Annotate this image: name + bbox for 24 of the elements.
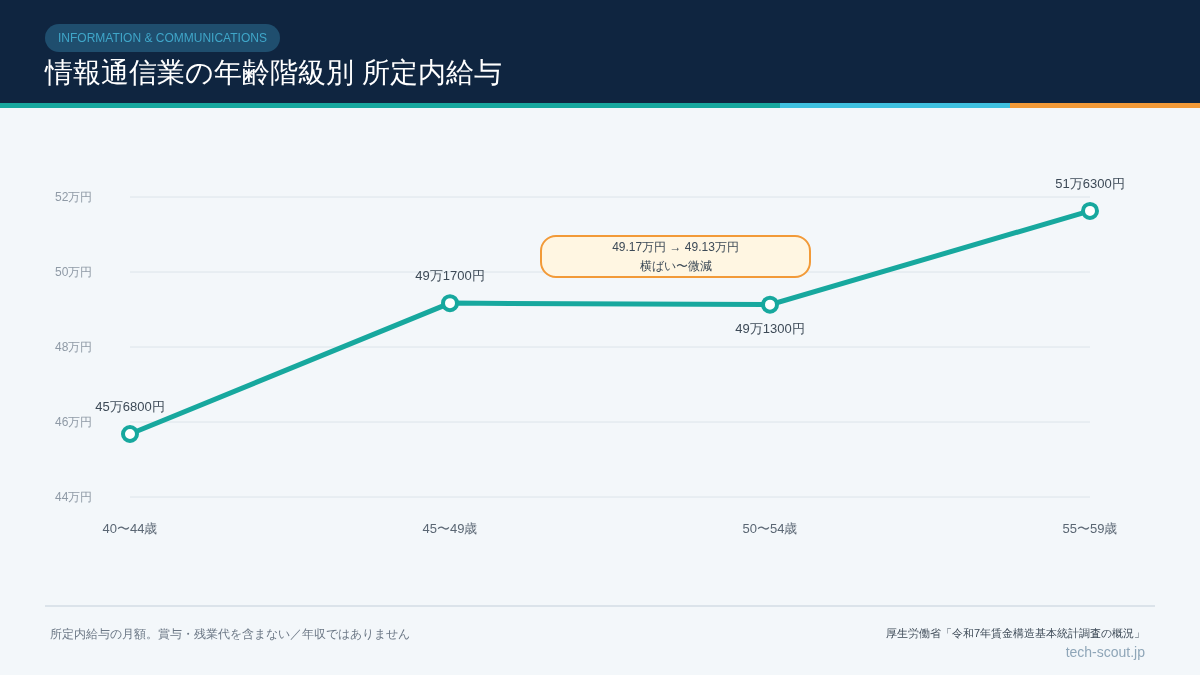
x-axis-label: 45〜49歳 <box>422 521 478 536</box>
footnote-text: 所定内給与の月額。賞与・残業代を含まない／年収ではありません <box>50 626 410 643</box>
source-text: 厚生労働省「令和7年賃金構造基本統計調査の概況」 <box>885 626 1145 641</box>
site-url: tech-scout.jp <box>1065 642 1145 662</box>
page-title: 情報通信業の年齢階級別 所定内給与 <box>45 56 503 90</box>
data-point <box>441 294 459 313</box>
y-axis-label: 52万円 <box>55 190 93 204</box>
x-axis-label: 40〜44歳 <box>102 521 158 536</box>
y-axis-label: 46万円 <box>55 415 93 429</box>
value-label: 49万1700円 <box>415 268 485 284</box>
data-point <box>1081 201 1099 220</box>
data-point <box>761 295 779 314</box>
y-axis-label: 50万円 <box>55 265 93 279</box>
value-label: 45万6800円 <box>95 399 165 414</box>
category-badge: INFORMATION & COMMUNICATIONS <box>45 24 280 52</box>
annotation-subtext: 横ばい〜微減 <box>639 257 712 275</box>
y-axis-label: 44万円 <box>55 490 93 504</box>
value-label: 49万1300円 <box>735 320 805 336</box>
data-point <box>121 425 139 443</box>
x-axis-label: 50〜54歳 <box>742 521 798 536</box>
annotation-text: 49.17万円 → 49.13万円 <box>612 238 739 256</box>
value-label: 51万6300円 <box>1055 175 1125 191</box>
x-axis-label: 55〜59歳 <box>1062 521 1118 536</box>
y-axis-label: 48万円 <box>55 340 93 354</box>
